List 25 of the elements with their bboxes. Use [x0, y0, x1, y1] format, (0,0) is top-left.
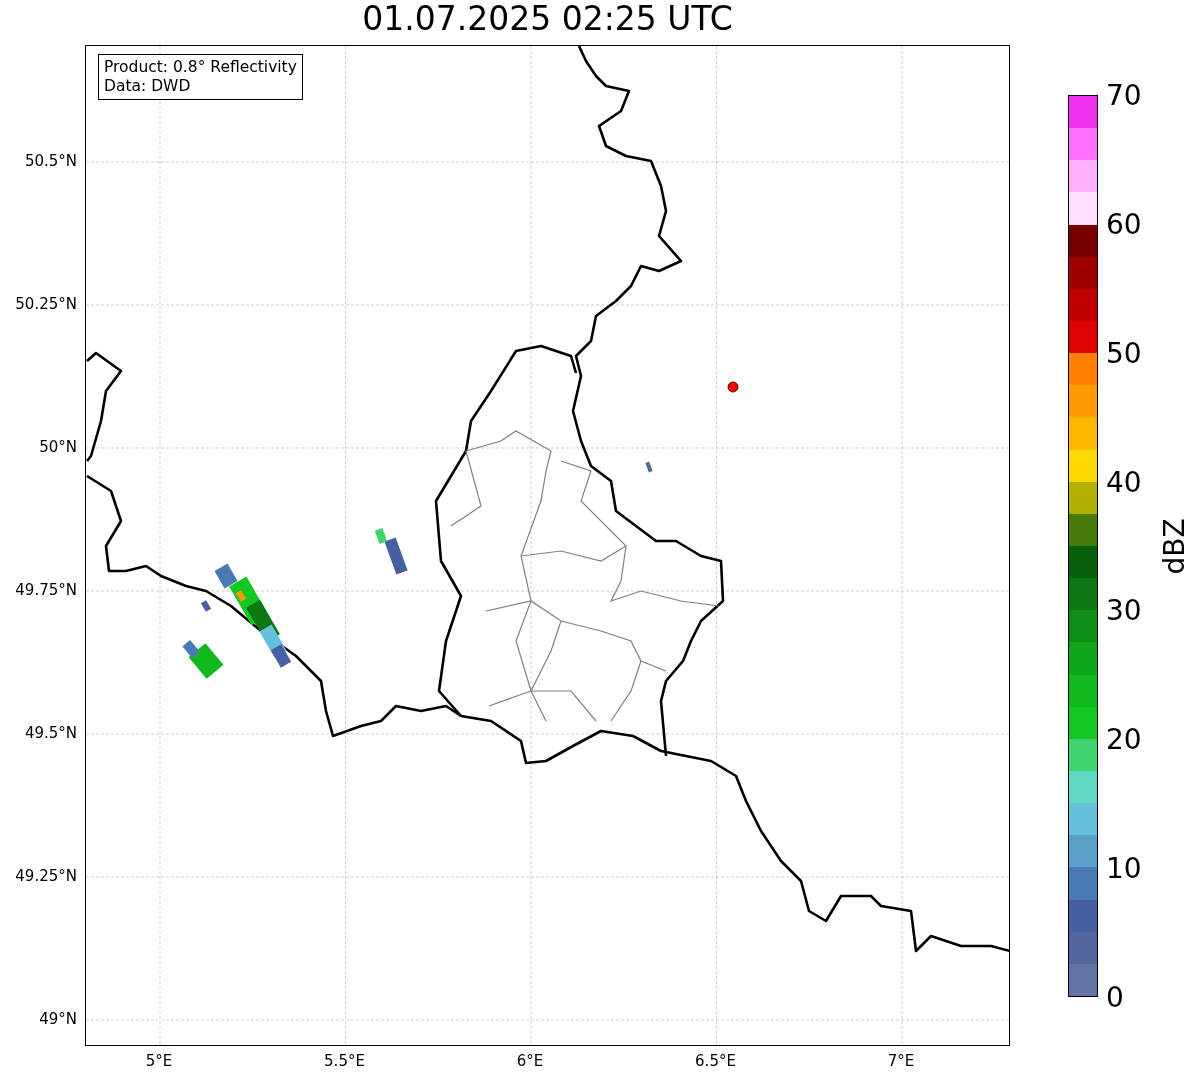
- colorbar-tick-label: 40: [1106, 465, 1142, 499]
- latitude-label: 49.25°N: [15, 867, 77, 885]
- colorbar-tick-label: 20: [1106, 722, 1142, 756]
- longitude-label: 5°E: [145, 1052, 173, 1070]
- chart-title: 01.07.2025 02:25 UTC: [361, 0, 734, 40]
- longitude-label: 6.5°E: [695, 1052, 736, 1070]
- longitude-label: 6°E: [516, 1052, 544, 1070]
- colorbar-tick-label: 30: [1106, 593, 1142, 627]
- info-text: Product: 0.8° Reflectivity: [104, 58, 297, 77]
- colorbar-tick-label: 0: [1106, 980, 1124, 1014]
- colorbar-tick-label: 60: [1106, 207, 1142, 241]
- colorbar-tick-label: 10: [1106, 851, 1142, 885]
- latitude-label: 49.5°N: [24, 724, 77, 742]
- longitude-label: 7°E: [887, 1052, 915, 1070]
- latitude-label: 50.5°N: [24, 152, 77, 170]
- info-text: Data: DWD: [104, 77, 192, 96]
- latitude-label: 49.75°N: [15, 581, 77, 599]
- colorbar-label: dBZ: [1157, 517, 1191, 575]
- radar-site-marker: [727, 381, 739, 393]
- latitude-label: 50°N: [39, 438, 77, 456]
- latitude-label: 50.25°N: [15, 295, 77, 313]
- longitude-label: 5.5°E: [324, 1052, 365, 1070]
- latitude-label: 49°N: [39, 1010, 77, 1028]
- colorbar-tick-label: 70: [1106, 78, 1142, 112]
- colorbar-tick-label: 50: [1106, 336, 1142, 370]
